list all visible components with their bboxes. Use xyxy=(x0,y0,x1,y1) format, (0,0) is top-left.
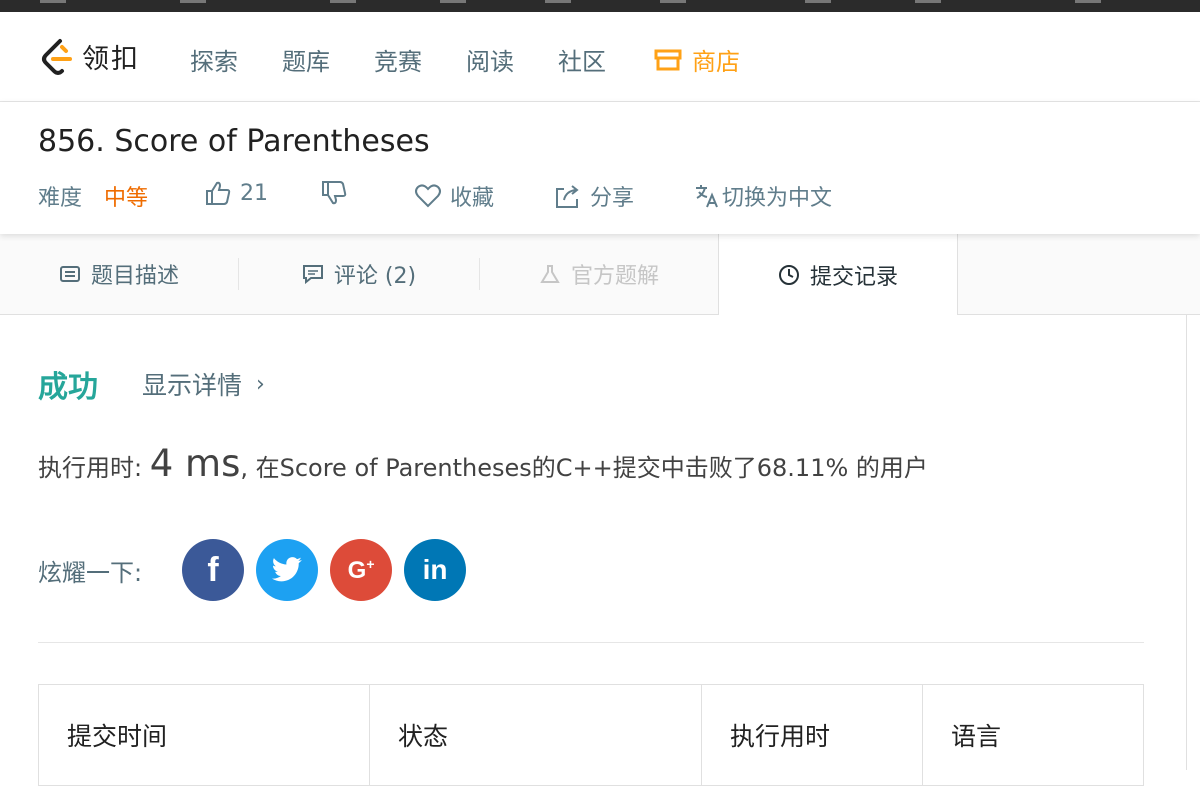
tab-description[interactable]: 题目描述 xyxy=(0,234,238,314)
tab-description-label: 题目描述 xyxy=(90,264,179,289)
nav-contest[interactable]: 竞赛 xyxy=(374,42,422,77)
tab-bar: 题目描述 评论 (2) 官方题解 提交记录 xyxy=(0,234,1200,315)
google-plus-icon: G+ xyxy=(347,555,375,584)
thumbs-up-icon xyxy=(206,181,231,205)
facebook-share-button[interactable]: f xyxy=(182,539,245,601)
like-button[interactable]: 21 xyxy=(204,180,268,206)
strip-tick xyxy=(805,0,831,3)
translate-label: 切换为中文 xyxy=(722,186,833,211)
tab-comments[interactable]: 评论 (2) xyxy=(239,234,479,314)
twitter-share-button[interactable] xyxy=(256,539,319,601)
share-row: 炫耀一下: f G+ in xyxy=(38,539,478,601)
nav-store-label: 商店 xyxy=(692,48,740,76)
site-logo[interactable]: 领扣 xyxy=(40,37,140,76)
runtime-summary: 执行用时: 4 ms, 在Score of Parentheses的C++提交中… xyxy=(38,442,928,485)
difficulty: 难度 中等 xyxy=(38,180,148,212)
translate-button[interactable]: 切换为中文 xyxy=(694,180,832,212)
nav-reading[interactable]: 阅读 xyxy=(466,42,514,77)
column-header-status[interactable]: 状态 xyxy=(370,685,702,785)
runtime-prefix: 执行用时: xyxy=(38,454,150,482)
store-icon xyxy=(654,49,682,70)
share-prompt: 炫耀一下: xyxy=(38,558,143,587)
tab-submissions[interactable]: 提交记录 xyxy=(718,234,958,315)
facebook-icon: f xyxy=(207,551,219,589)
strip-tick xyxy=(660,0,686,3)
google-plus-share-button[interactable]: G+ xyxy=(330,539,393,601)
difficulty-label: 难度 xyxy=(38,186,83,211)
nav-problemset[interactable]: 题库 xyxy=(282,42,330,77)
share-button[interactable]: 分享 xyxy=(554,180,634,212)
linkedin-icon: in xyxy=(422,554,448,585)
submission-status: 成功 xyxy=(38,370,98,405)
strip-tick xyxy=(180,0,206,3)
problem-title: 856. Score of Parentheses xyxy=(38,124,430,159)
nav-explore[interactable]: 探索 xyxy=(190,42,238,77)
clock-icon xyxy=(778,264,799,285)
description-icon xyxy=(59,266,80,282)
translate-icon xyxy=(696,185,718,208)
twitter-bird-icon xyxy=(271,557,302,582)
dislike-button[interactable] xyxy=(320,180,356,206)
leetcode-logo-icon xyxy=(42,38,72,75)
strip-tick xyxy=(330,0,356,3)
share-label: 分享 xyxy=(590,186,635,211)
show-details-link[interactable]: 显示详情 › xyxy=(142,366,265,402)
strip-tick xyxy=(545,0,571,3)
column-header-language[interactable]: 语言 xyxy=(923,685,1143,785)
column-header-submit-time[interactable]: 提交时间 xyxy=(39,685,370,785)
submissions-table: 提交时间 状态 执行用时 语言 xyxy=(38,684,1144,786)
strip-tick xyxy=(440,0,466,3)
nav-store[interactable]: 商店 xyxy=(654,42,740,77)
logo-text: 领扣 xyxy=(82,44,140,75)
like-count: 21 xyxy=(240,180,268,206)
strip-tick xyxy=(1075,0,1101,3)
column-header-runtime[interactable]: 执行用时 xyxy=(702,685,923,785)
favorite-button[interactable]: 收藏 xyxy=(414,180,494,212)
tab-submissions-label: 提交记录 xyxy=(809,264,898,290)
strip-tick xyxy=(915,0,941,3)
tab-solution-label: 官方题解 xyxy=(570,264,659,289)
top-navigation: 领扣 探索 题库 竞赛 阅读 社区 商店 xyxy=(0,12,1200,102)
section-divider xyxy=(38,642,1144,643)
tab-comments-label: 评论 (2) xyxy=(333,264,417,289)
strip-tick xyxy=(40,0,66,3)
difficulty-value: 中等 xyxy=(104,186,149,211)
thumbs-down-icon xyxy=(322,181,347,205)
favorite-label: 收藏 xyxy=(450,186,495,211)
runtime-value: 4 ms xyxy=(149,442,241,485)
nav-community[interactable]: 社区 xyxy=(558,42,606,77)
linkedin-share-button[interactable]: in xyxy=(404,539,467,601)
chevron-right-icon: › xyxy=(256,371,265,397)
comment-icon xyxy=(302,265,323,284)
share-icon xyxy=(556,185,579,208)
show-details-label: 显示详情 xyxy=(142,371,243,400)
tab-solution: 官方题解 xyxy=(480,234,718,314)
problem-header: 856. Score of Parentheses 难度 中等 21 收藏 分享… xyxy=(0,102,1200,234)
heart-icon xyxy=(415,184,441,208)
runtime-suffix: , 在Score of Parentheses的C++提交中击败了68.11% … xyxy=(240,454,928,482)
flask-icon xyxy=(540,265,560,283)
browser-top-strip xyxy=(0,0,1200,12)
submission-panel: 成功 显示详情 › 执行用时: 4 ms, 在Score of Parenthe… xyxy=(0,314,1187,786)
